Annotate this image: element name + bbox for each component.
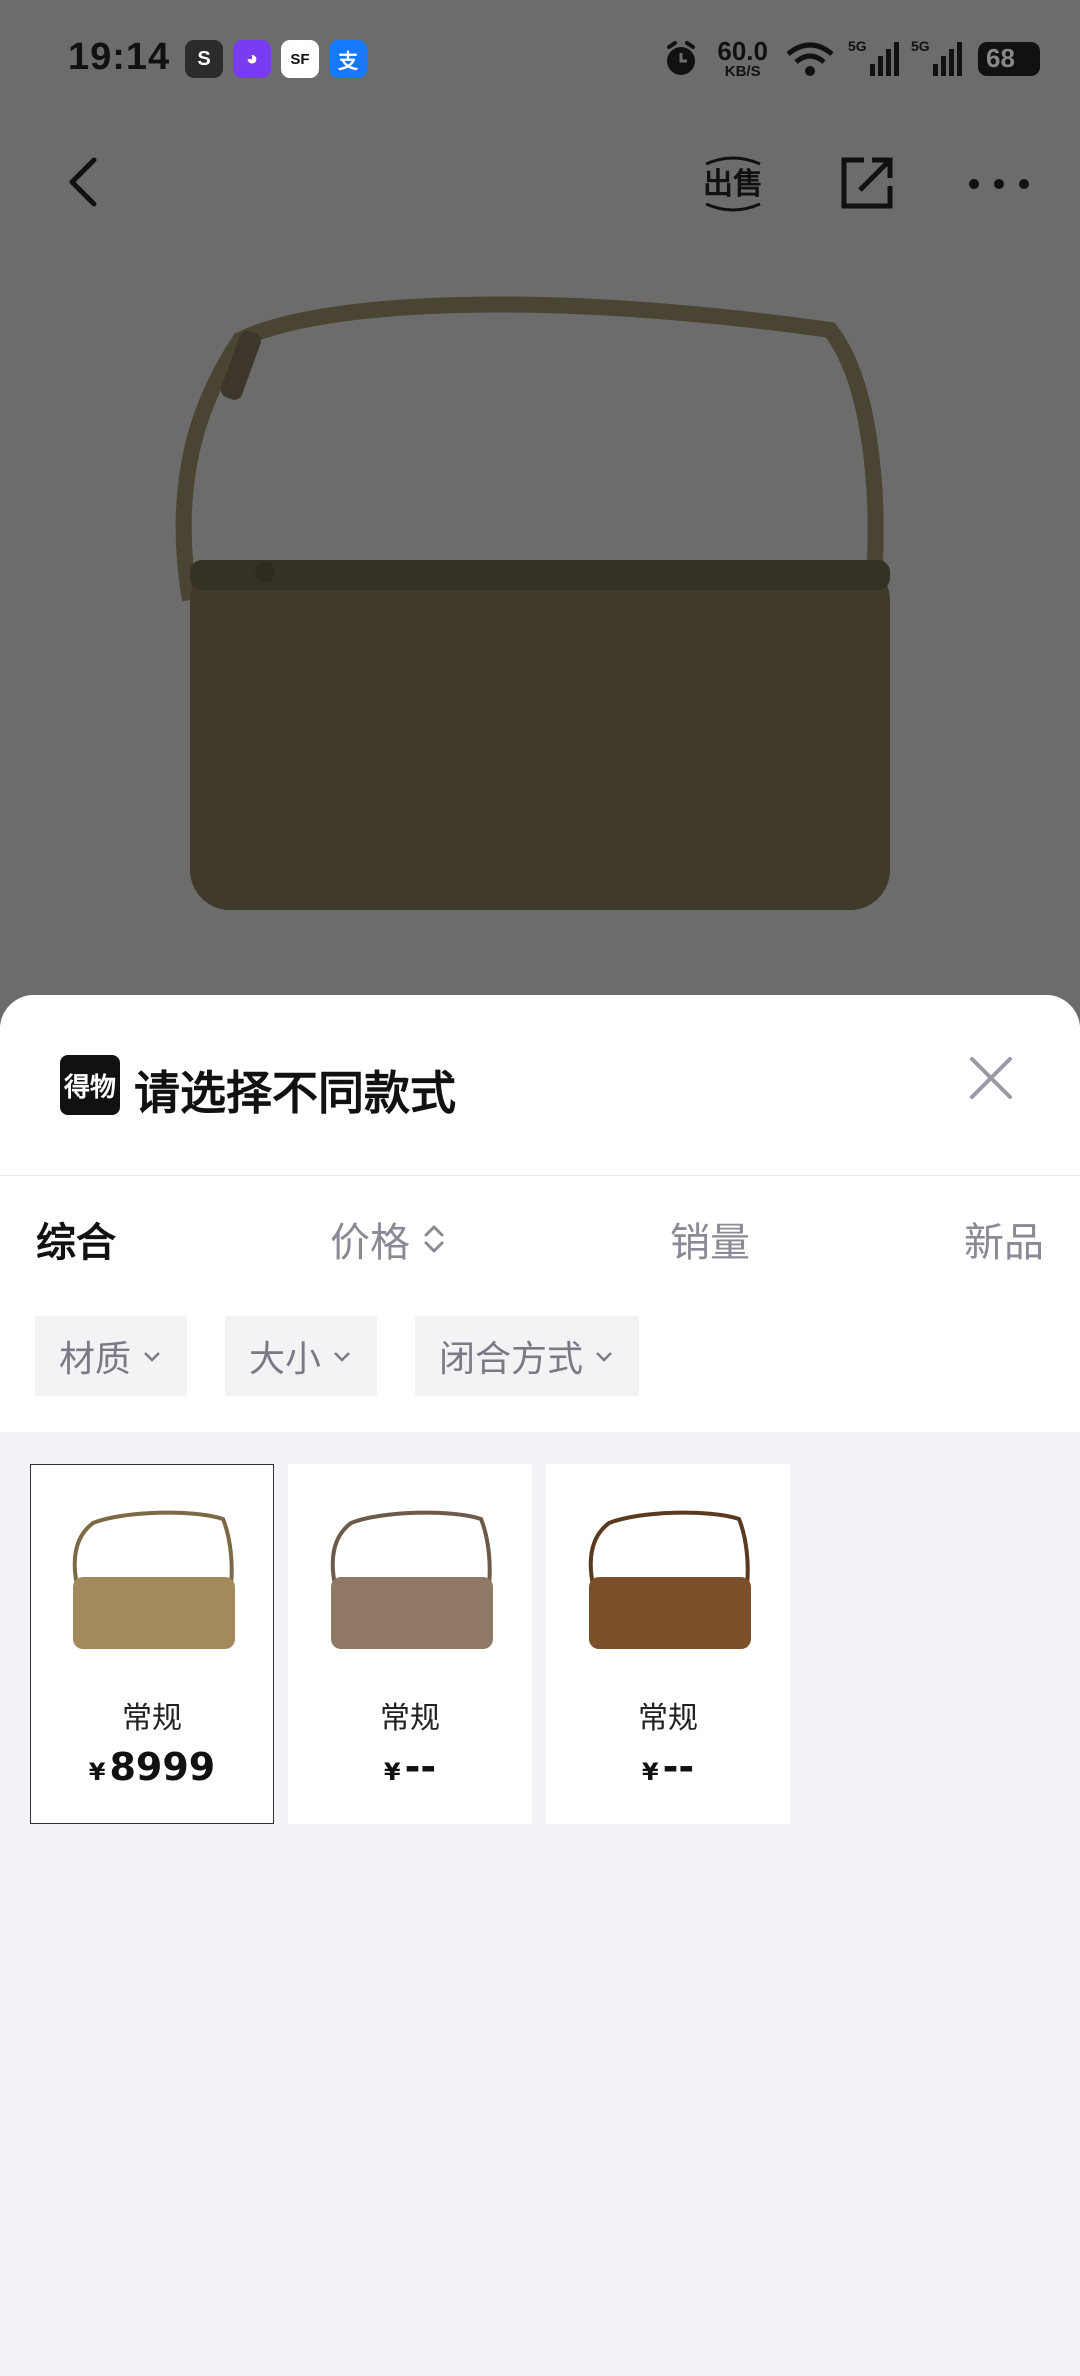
style-price: ¥ -- xyxy=(383,1745,437,1789)
product-thumbnail xyxy=(330,1510,493,1649)
status-bar: 19:14 S ◕ SF 支 60.0 KB/S 5G 5G 68 xyxy=(0,0,1080,120)
filter-material[interactable]: 材质 xyxy=(35,1316,188,1396)
filter-size[interactable]: 大小 xyxy=(225,1316,378,1396)
sell-button[interactable]: 出售 xyxy=(700,154,766,214)
sheet-title: 请选择不同款式 xyxy=(134,1067,456,1119)
chevron-down-icon xyxy=(596,1352,612,1362)
filter-bar: 材质 大小 闭合方式 xyxy=(0,1316,1080,1432)
signal-icon-1: 5G xyxy=(848,38,899,76)
dewu-logo: 得物 xyxy=(60,1055,120,1115)
sort-comprehensive-label: 综合 xyxy=(36,1221,116,1265)
style-card[interactable]: 常规 ¥8999 xyxy=(30,1464,274,1824)
sheet-header: 得物 请选择不同款式 xyxy=(0,995,1080,1176)
chevron-down-icon xyxy=(334,1352,350,1362)
filter-material-label: 材质 xyxy=(59,1338,132,1379)
product-hero-image xyxy=(175,296,890,910)
style-grid: 常规 ¥8999 常规 ¥ -- 常规 ¥ -- xyxy=(30,1464,790,1824)
cat-app-icon: ◕ xyxy=(233,40,271,78)
style-price: ¥ -- xyxy=(641,1745,695,1789)
sort-price-label: 价格 xyxy=(330,1221,410,1265)
wifi-icon xyxy=(786,42,834,76)
notification-app-icons: S ◕ SF 支 xyxy=(185,40,367,78)
sort-sales[interactable]: 销量 xyxy=(670,1210,750,1268)
sell-icon: 出售 xyxy=(703,156,763,212)
style-price: ¥8999 xyxy=(88,1745,216,1789)
alarm-icon xyxy=(667,40,696,75)
sell-label: 出售 xyxy=(703,167,763,202)
filter-closure[interactable]: 闭合方式 xyxy=(415,1316,640,1396)
dewu-app-icon: S xyxy=(185,40,223,78)
network-speed: 60.0 KB/S xyxy=(717,36,768,80)
sort-price[interactable]: 价格 xyxy=(330,1210,446,1268)
share-icon[interactable] xyxy=(836,152,898,214)
sort-bar: 综合 价格 销量 新品 xyxy=(0,1176,1080,1316)
style-card[interactable]: 常规 ¥ -- xyxy=(546,1464,790,1824)
sort-toggle-icon xyxy=(424,1225,444,1253)
style-name: 常规 xyxy=(122,1702,182,1735)
style-selector-sheet: 得物 请选择不同款式 综合 价格 销量 新品 材质 大小 闭合方式 常规 ¥ 8… xyxy=(0,995,1080,2376)
back-icon[interactable] xyxy=(56,152,116,212)
close-icon[interactable] xyxy=(960,1047,1022,1109)
sort-new-label: 新品 xyxy=(964,1221,1044,1265)
filter-closure-label: 闭合方式 xyxy=(439,1338,584,1379)
sort-sales-label: 销量 xyxy=(670,1221,750,1265)
product-page-overlay[interactable]: 19:14 S ◕ SF 支 60.0 KB/S 5G 5G 68 出售 xyxy=(0,0,1080,1010)
style-card[interactable]: 常规 ¥ -- xyxy=(288,1464,532,1824)
style-name: 常规 xyxy=(380,1702,440,1735)
sort-comprehensive[interactable]: 综合 xyxy=(36,1210,116,1268)
alipay-icon: 支 xyxy=(329,40,367,78)
status-time: 19:14 xyxy=(68,36,171,78)
sf-express-icon: SF xyxy=(281,40,319,78)
status-indicators: 60.0 KB/S 5G 5G 68 xyxy=(661,38,1040,79)
filter-size-label: 大小 xyxy=(249,1338,322,1379)
product-nav-bar: 出售 xyxy=(0,140,1080,230)
battery-indicator: 68 xyxy=(978,41,1040,76)
sort-new[interactable]: 新品 xyxy=(964,1210,1044,1268)
signal-icon-2: 5G xyxy=(911,38,962,76)
style-name: 常规 xyxy=(638,1702,698,1735)
chevron-down-icon xyxy=(144,1352,160,1362)
more-options-icon[interactable] xyxy=(964,154,1034,214)
product-thumbnail xyxy=(72,1510,235,1649)
product-thumbnail xyxy=(588,1510,751,1649)
